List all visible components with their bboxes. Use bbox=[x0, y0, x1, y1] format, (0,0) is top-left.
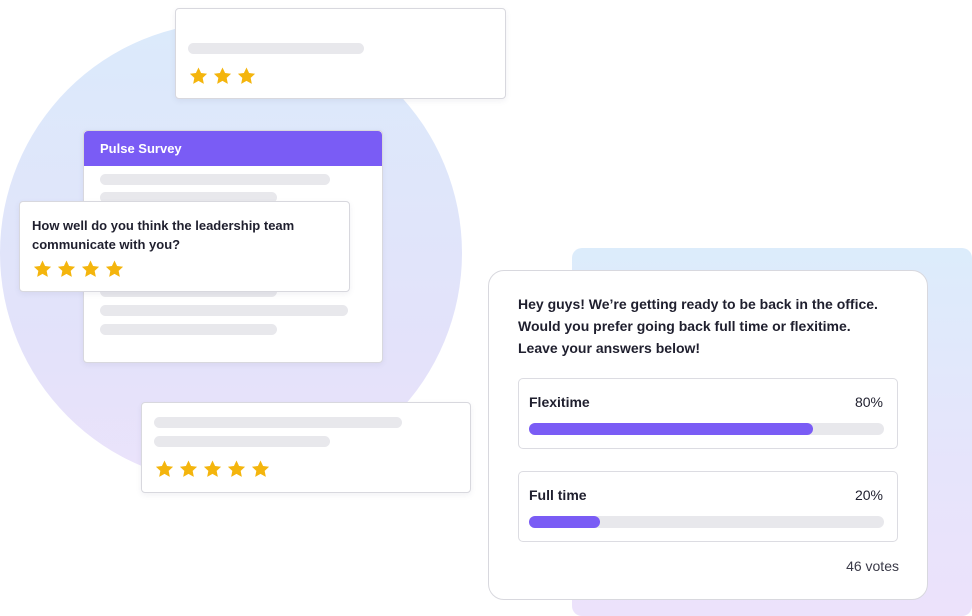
star-rating bbox=[154, 459, 271, 479]
top-rating-card bbox=[175, 8, 506, 99]
star-icon[interactable] bbox=[104, 259, 125, 279]
option-label: Full time bbox=[529, 487, 587, 503]
star-icon bbox=[226, 459, 247, 479]
star-icon bbox=[188, 66, 209, 86]
star-icon bbox=[154, 459, 175, 479]
survey-question: How well do you think the leadership tea… bbox=[32, 218, 295, 252]
placeholder-line bbox=[100, 174, 330, 185]
progress-fill bbox=[529, 516, 600, 528]
star-rating bbox=[188, 66, 257, 86]
placeholder-line bbox=[188, 43, 364, 54]
progress-fill bbox=[529, 423, 813, 435]
option-percent: 20% bbox=[854, 487, 883, 503]
placeholder-line bbox=[100, 324, 277, 335]
placeholder-line bbox=[100, 305, 348, 316]
placeholder-line bbox=[154, 436, 330, 447]
bottom-rating-card bbox=[141, 402, 471, 493]
progress-track bbox=[529, 423, 884, 435]
star-icon bbox=[236, 66, 257, 86]
pulse-survey-header: Pulse Survey bbox=[84, 131, 382, 166]
vote-count: 46 votes bbox=[846, 558, 899, 574]
option-percent: 80% bbox=[854, 394, 883, 410]
progress-track bbox=[529, 516, 884, 528]
star-icon bbox=[212, 66, 233, 86]
star-icon[interactable] bbox=[56, 259, 77, 279]
question-card: How well do you think the leadership tea… bbox=[19, 201, 350, 292]
poll-option-flexitime[interactable]: Flexitime 80% bbox=[518, 378, 898, 449]
star-icon bbox=[202, 459, 223, 479]
option-label: Flexitime bbox=[529, 394, 590, 410]
poll-card: Hey guys! We’re getting ready to be back… bbox=[488, 270, 928, 600]
poll-question: Hey guys! We’re getting ready to be back… bbox=[518, 296, 878, 356]
placeholder-line bbox=[154, 417, 402, 428]
star-icon[interactable] bbox=[32, 259, 53, 279]
pulse-survey-title: Pulse Survey bbox=[100, 141, 182, 156]
star-rating[interactable] bbox=[32, 259, 125, 279]
poll-option-full-time[interactable]: Full time 20% bbox=[518, 471, 898, 542]
star-icon bbox=[178, 459, 199, 479]
star-icon[interactable] bbox=[80, 259, 101, 279]
star-icon bbox=[250, 459, 271, 479]
